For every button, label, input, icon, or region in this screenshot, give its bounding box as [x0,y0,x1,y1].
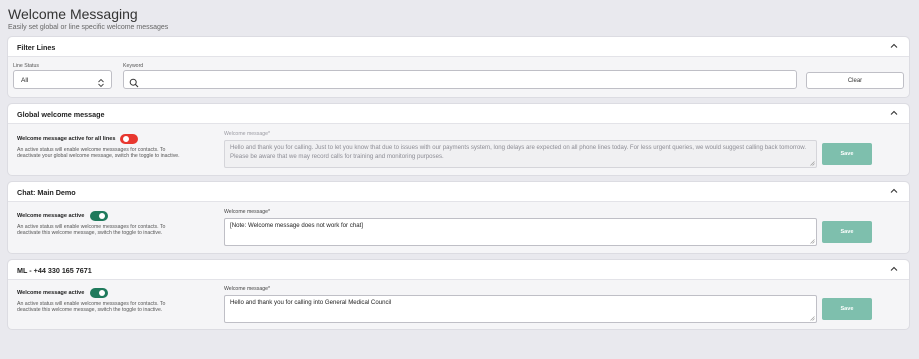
filter-lines-title: Filter Lines [17,43,56,52]
ml-message-text: Hello and thank you for calling into Gen… [230,299,392,306]
global-active-toggle[interactable] [120,134,138,144]
toggle-knob [123,136,129,142]
ml-toggle-label: Welcome message active [17,290,85,296]
chat-message-textarea[interactable]: [Note: Welcome message does not work for… [224,218,817,246]
filter-lines-card: Filter Lines Line Status All Keyword Cle… [7,36,910,98]
clear-button[interactable]: Clear [806,72,904,89]
global-message-text: Hello and thank you for calling. Just to… [230,144,807,160]
global-help-text: An active status will enable welcome mes… [17,147,180,160]
ml-line-title: ML - +44 330 165 7671 [17,266,92,275]
chevron-up-icon[interactable] [889,41,899,51]
resize-grip-icon[interactable] [810,239,815,244]
keyword-search-input[interactable] [123,70,797,89]
chat-active-toggle[interactable] [90,211,108,221]
ml-line-card: ML - +44 330 165 7671 Welcome message ac… [7,259,910,330]
keyword-label: Keyword [123,63,144,69]
select-arrows-icon [97,75,105,88]
chat-main-demo-header[interactable]: Chat: Main Demo [8,182,909,202]
ml-help-text: An active status will enable welcome mes… [17,301,166,314]
filter-lines-header[interactable]: Filter Lines [8,37,909,57]
ml-message-textarea[interactable]: Hello and thank you for calling into Gen… [224,295,817,323]
chevron-up-icon[interactable] [889,264,899,274]
global-message-label: Welcome message* [224,131,271,137]
chevron-up-icon[interactable] [889,186,899,196]
global-welcome-card: Global welcome message Welcome message a… [7,103,910,176]
chat-save-button[interactable]: Save [822,221,872,243]
line-status-select[interactable]: All [13,70,112,89]
line-status-value: All [21,77,29,84]
global-welcome-title: Global welcome message [17,110,105,119]
chat-message-text: [Note: Welcome message does not work for… [230,222,363,229]
global-message-textarea[interactable]: Hello and thank you for calling. Just to… [224,140,817,168]
chevron-up-icon[interactable] [889,108,899,118]
chat-toggle-label: Welcome message active [17,213,85,219]
ml-active-toggle[interactable] [90,288,108,298]
ml-message-label: Welcome message* [224,286,271,292]
page-subtitle: Easily set global or line specific welco… [8,24,169,31]
toggle-knob [99,213,105,219]
search-icon [129,75,139,88]
resize-grip-icon[interactable] [810,161,815,166]
chat-main-demo-title: Chat: Main Demo [17,188,76,197]
global-toggle-label: Welcome message active for all lines [17,136,116,142]
page-title: Welcome Messaging [8,6,138,22]
chat-help-text: An active status will enable welcome mes… [17,224,166,237]
global-welcome-header[interactable]: Global welcome message [8,104,909,124]
ml-line-header[interactable]: ML - +44 330 165 7671 [8,260,909,280]
chat-main-demo-card: Chat: Main Demo Welcome message active A… [7,181,910,254]
ml-save-button[interactable]: Save [822,298,872,320]
chat-message-label: Welcome message* [224,209,271,215]
toggle-knob [99,290,105,296]
resize-grip-icon[interactable] [810,316,815,321]
global-save-button[interactable]: Save [822,143,872,165]
line-status-label: Line Status [13,63,39,69]
